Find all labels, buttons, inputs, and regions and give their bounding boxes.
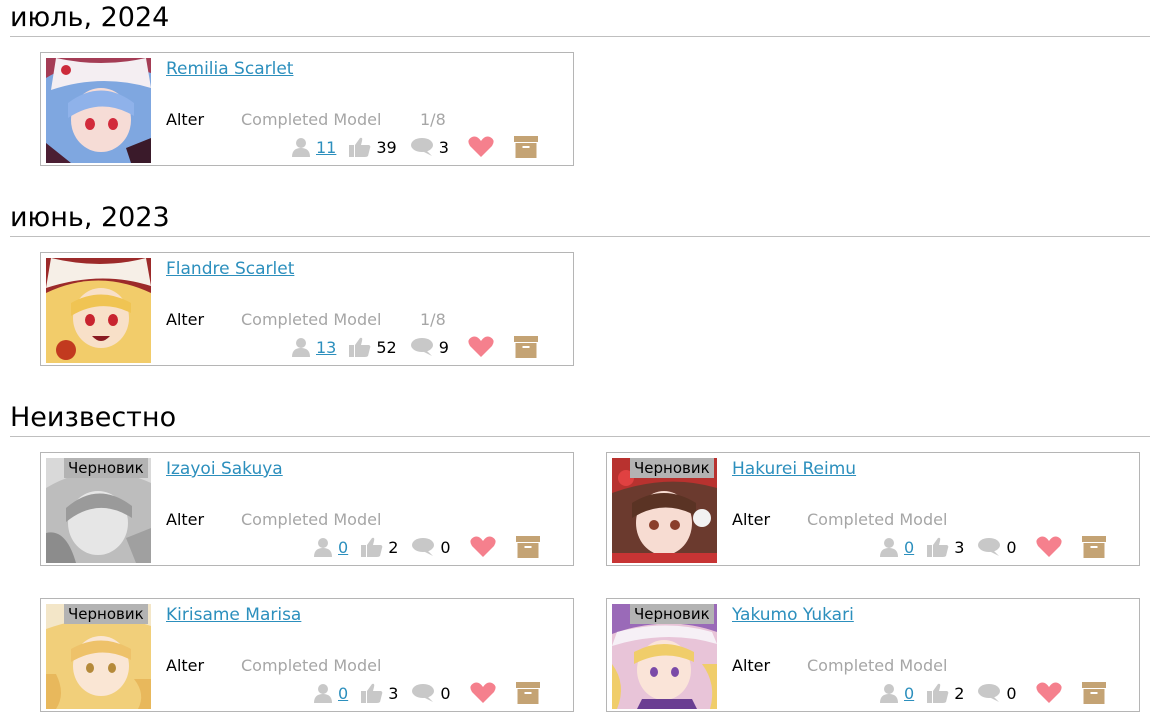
- section-divider: [10, 36, 1150, 37]
- figure-title-link[interactable]: Izayoi Sakuya: [166, 459, 283, 479]
- user-icon: [314, 684, 332, 703]
- owners-count-link[interactable]: 13: [316, 338, 336, 357]
- likes-count: 3: [954, 537, 965, 557]
- thumbs-up-icon: [361, 683, 383, 703]
- section-divider: [10, 436, 1150, 437]
- comment-icon: [412, 538, 435, 556]
- figure-type: Completed Model: [241, 310, 382, 329]
- user-icon: [292, 138, 310, 157]
- user-icon: [314, 538, 332, 557]
- comment-icon: [978, 684, 1001, 702]
- user-icon: [292, 338, 310, 357]
- figure-stats: 0 3 0: [313, 680, 540, 706]
- figure-title-link[interactable]: Remilia Scarlet: [166, 59, 293, 79]
- figure-thumbnail[interactable]: Черновик: [612, 458, 717, 563]
- figure-stats: 11 39 3: [291, 134, 538, 160]
- likes-count: 2: [388, 537, 399, 557]
- owners-count-link[interactable]: 11: [316, 138, 336, 157]
- figure-thumbnail[interactable]: Черновик: [46, 458, 151, 563]
- user-icon: [880, 538, 898, 557]
- thumbs-up-icon: [349, 337, 371, 357]
- owners-count-link[interactable]: 0: [904, 538, 914, 557]
- likes-count: 3: [388, 683, 399, 703]
- likes-count: 2: [954, 683, 965, 703]
- comments-count: 0: [1006, 683, 1017, 703]
- section-title: июль, 2024: [10, 2, 170, 33]
- manufacturer: Alter: [166, 310, 205, 329]
- heart-icon[interactable]: [469, 536, 496, 558]
- likes-count: 52: [376, 337, 397, 357]
- comments-count: 0: [440, 537, 451, 557]
- archive-box-icon[interactable]: [515, 682, 540, 704]
- heart-icon[interactable]: [469, 682, 496, 704]
- comment-icon: [412, 684, 435, 702]
- manufacturer: Alter: [166, 656, 205, 675]
- figure-type: Completed Model: [241, 110, 382, 129]
- archive-box-icon[interactable]: [515, 536, 540, 558]
- draft-badge: Черновик: [64, 604, 148, 624]
- figure-card: Flandre Scarlet Alter Completed Model 1/…: [40, 252, 574, 366]
- draft-badge: Черновик: [630, 604, 714, 624]
- archive-box-icon[interactable]: [513, 336, 538, 358]
- figure-stats: 0 2 0: [879, 680, 1106, 706]
- draft-badge: Черновик: [64, 458, 148, 478]
- comments-count: 0: [1006, 537, 1017, 557]
- figure-type: Completed Model: [241, 510, 382, 529]
- figure-title-link[interactable]: Kirisame Marisa: [166, 605, 301, 625]
- figure-card: Черновик Yakumo Yukari Alter Completed M…: [606, 598, 1140, 712]
- section-title: Неизвестно: [10, 402, 177, 433]
- figure-stats: 0 3 0: [879, 534, 1106, 560]
- figure-thumbnail[interactable]: Черновик: [612, 604, 717, 709]
- figure-card: Remilia Scarlet Alter Completed Model 1/…: [40, 52, 574, 166]
- section-divider: [10, 236, 1150, 237]
- manufacturer: Alter: [732, 656, 771, 675]
- figure-type: Completed Model: [807, 510, 948, 529]
- likes-count: 39: [376, 137, 397, 157]
- heart-icon[interactable]: [1035, 536, 1062, 558]
- comment-icon: [978, 538, 1001, 556]
- figure-type: Completed Model: [241, 656, 382, 675]
- draft-badge: Черновик: [630, 458, 714, 478]
- manufacturer: Alter: [732, 510, 771, 529]
- figure-scale: 1/8: [420, 310, 446, 329]
- manufacturer: Alter: [166, 510, 205, 529]
- heart-icon[interactable]: [1035, 682, 1062, 704]
- figure-stats: 13 52 9: [291, 334, 538, 360]
- figure-card: Черновик Izayoi Sakuya Alter Completed M…: [40, 452, 574, 566]
- owners-count-link[interactable]: 0: [338, 684, 348, 703]
- archive-box-icon[interactable]: [1081, 536, 1106, 558]
- comments-count: 0: [440, 683, 451, 703]
- user-icon: [880, 684, 898, 703]
- figure-thumbnail[interactable]: [46, 258, 151, 363]
- owners-count-link[interactable]: 0: [904, 684, 914, 703]
- section-title: июнь, 2023: [10, 202, 170, 233]
- thumbs-up-icon: [927, 683, 949, 703]
- figure-title-link[interactable]: Flandre Scarlet: [166, 259, 294, 279]
- figure-title-link[interactable]: Yakumo Yukari: [732, 605, 854, 625]
- figure-thumbnail[interactable]: Черновик: [46, 604, 151, 709]
- figure-stats: 0 2 0: [313, 534, 540, 560]
- manufacturer: Alter: [166, 110, 205, 129]
- heart-icon[interactable]: [468, 136, 494, 158]
- thumbs-up-icon: [349, 137, 371, 157]
- figure-card: Черновик Hakurei Reimu Alter Completed M…: [606, 452, 1140, 566]
- owners-count-link[interactable]: 0: [338, 538, 348, 557]
- archive-box-icon[interactable]: [1081, 682, 1106, 704]
- thumbs-up-icon: [361, 537, 383, 557]
- archive-box-icon[interactable]: [513, 136, 538, 158]
- figure-type: Completed Model: [807, 656, 948, 675]
- figure-scale: 1/8: [420, 110, 446, 129]
- thumbs-up-icon: [927, 537, 949, 557]
- heart-icon[interactable]: [468, 336, 494, 358]
- comment-icon: [410, 338, 433, 356]
- comments-count: 3: [438, 137, 449, 157]
- figure-thumbnail[interactable]: [46, 58, 151, 163]
- comments-count: 9: [438, 337, 449, 357]
- figure-card: Черновик Kirisame Marisa Alter Completed…: [40, 598, 574, 712]
- comment-icon: [410, 138, 433, 156]
- figure-title-link[interactable]: Hakurei Reimu: [732, 459, 856, 479]
